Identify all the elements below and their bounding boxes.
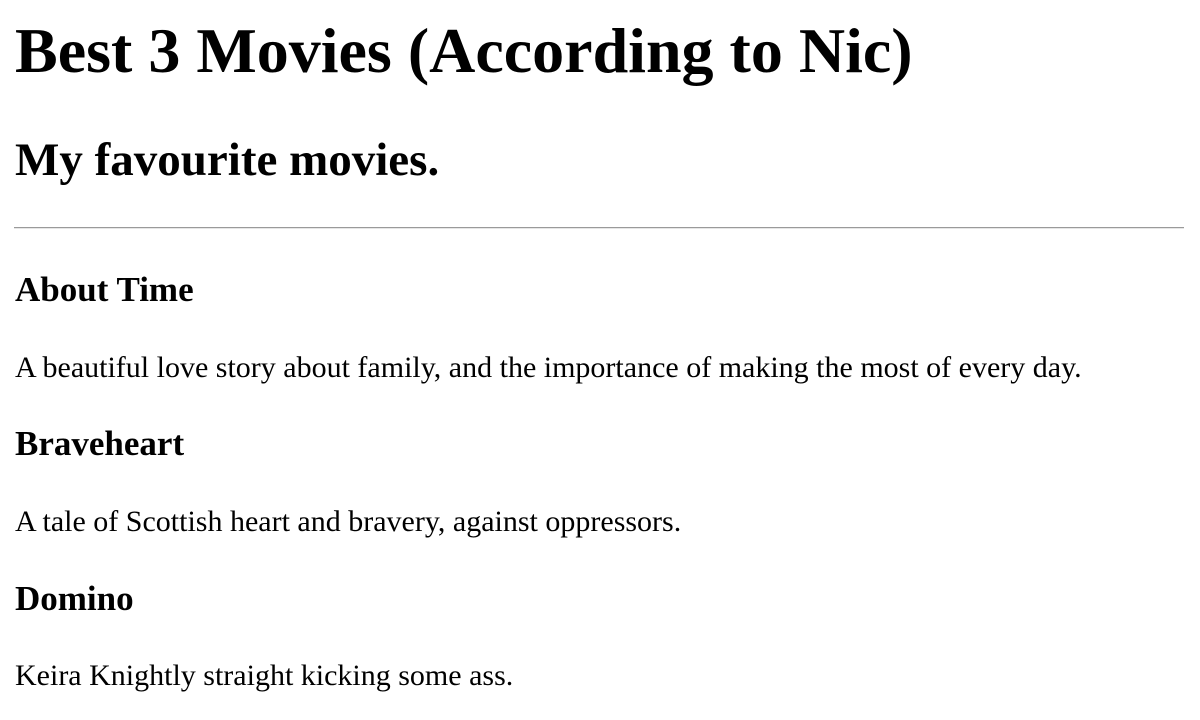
movie-title-about-time: About Time — [15, 270, 194, 309]
page-title: Best 3 Movies (According to Nic) — [15, 15, 913, 86]
movie-description-braveheart: A tale of Scottish heart and bravery, ag… — [15, 505, 682, 538]
movie-description-domino: Keira Knightly straight kicking some ass… — [15, 659, 514, 692]
movie-title-domino: Domino — [15, 579, 134, 618]
movie-title-braveheart: Braveheart — [15, 424, 185, 463]
movie-description-about-time: A beautiful love story about family, and… — [15, 351, 1082, 384]
horizontal-divider — [14, 227, 1184, 229]
page-subtitle: My favourite movies. — [15, 134, 440, 186]
